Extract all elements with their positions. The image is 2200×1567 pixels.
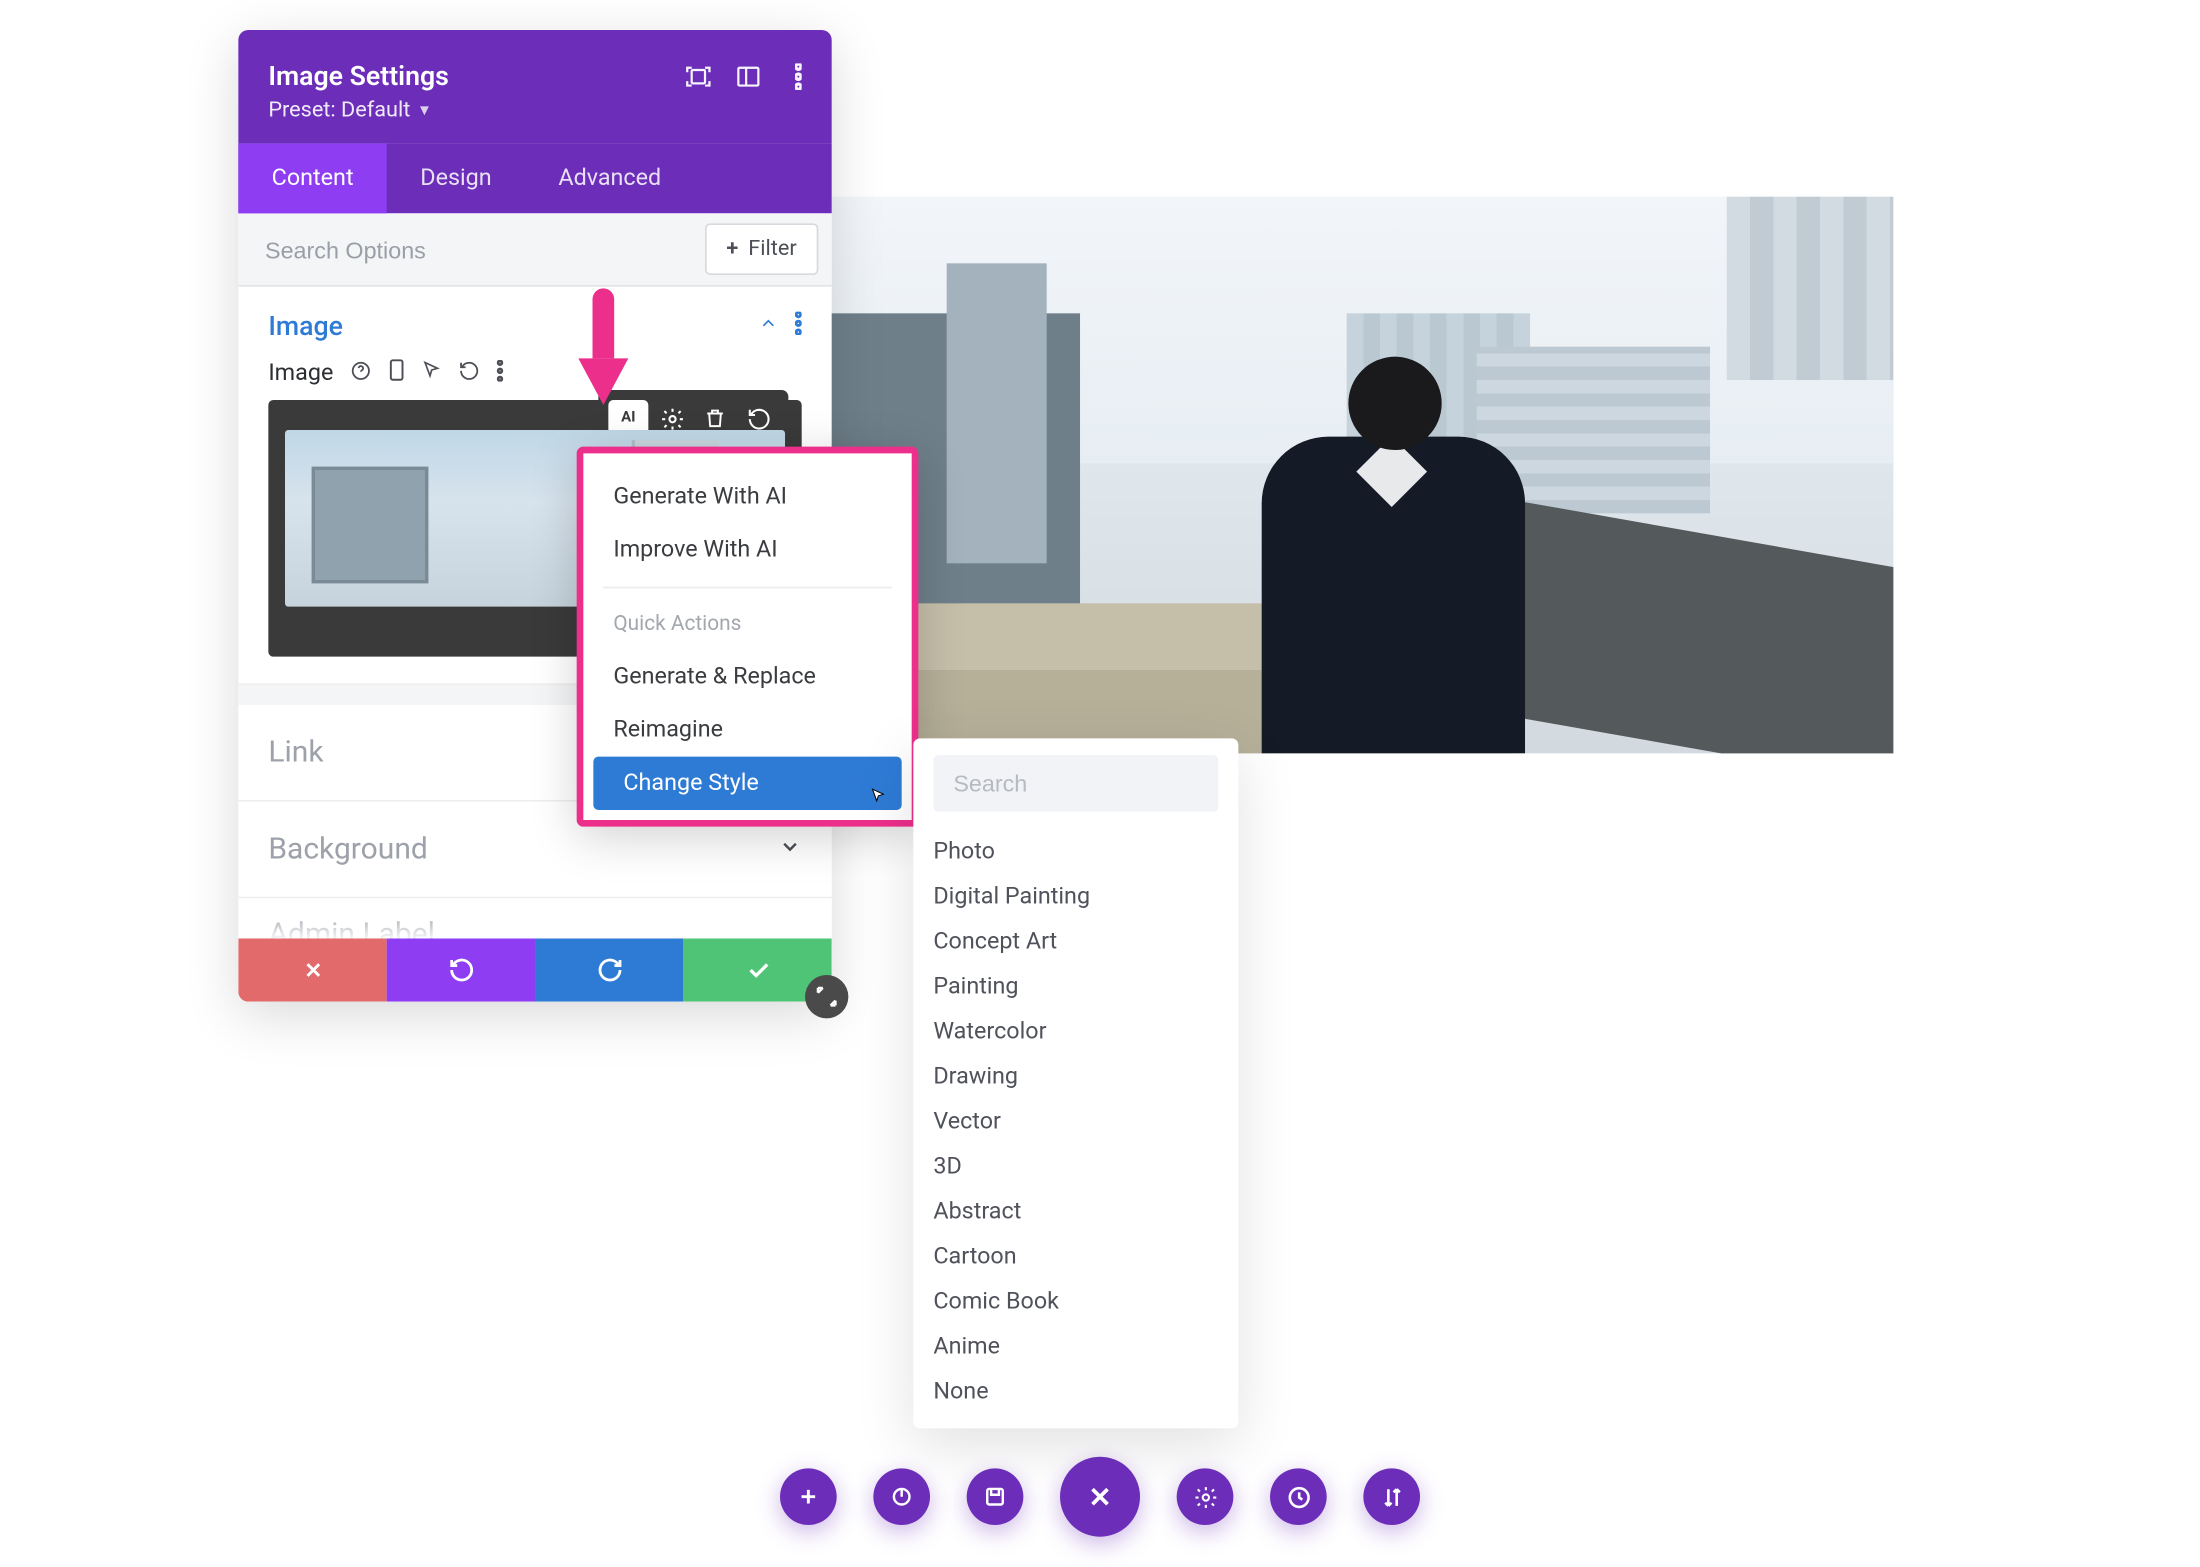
filter-label: Filter xyxy=(748,237,796,262)
link-section-title: Link xyxy=(268,735,323,770)
cancel-button[interactable] xyxy=(238,938,386,1001)
style-option-abstract[interactable]: Abstract xyxy=(933,1198,1218,1225)
change-style-label: Change Style xyxy=(623,770,758,797)
panel-footer xyxy=(238,938,831,1001)
cursor-icon[interactable] xyxy=(422,360,442,385)
tab-design[interactable]: Design xyxy=(387,143,525,213)
canvas-hero-image xyxy=(830,197,1893,754)
ai-generate-item[interactable]: Generate With AI xyxy=(583,470,911,523)
style-option-concept-art[interactable]: Concept Art xyxy=(933,928,1218,955)
reset-icon[interactable] xyxy=(458,359,480,386)
kebab-menu-icon[interactable] xyxy=(497,359,504,386)
panel-header: Image Settings Preset: Default ▼ xyxy=(238,30,831,143)
redo-button[interactable] xyxy=(535,938,683,1001)
style-option-digital-painting[interactable]: Digital Painting xyxy=(933,883,1218,910)
style-option-painting[interactable]: Painting xyxy=(933,973,1218,1000)
background-section-title: Background xyxy=(268,832,427,867)
style-picker-panel: Photo Digital Painting Concept Art Paint… xyxy=(913,738,1238,1428)
style-search-input[interactable] xyxy=(933,755,1218,812)
resize-handle[interactable] xyxy=(805,975,848,1018)
dock-close-button[interactable] xyxy=(1060,1457,1140,1537)
cursor-icon xyxy=(868,785,888,813)
chevron-down-icon xyxy=(778,834,801,864)
style-option-comic-book[interactable]: Comic Book xyxy=(933,1288,1218,1315)
style-option-none[interactable]: None xyxy=(933,1378,1218,1405)
ai-dropdown-menu: Generate With AI Improve With AI Quick A… xyxy=(577,447,919,827)
dock-settings-button[interactable] xyxy=(1177,1468,1234,1525)
quick-actions-header: Quick Actions xyxy=(583,595,911,650)
style-option-photo[interactable]: Photo xyxy=(933,838,1218,865)
style-option-3d[interactable]: 3D xyxy=(933,1153,1218,1180)
ai-reimagine-item[interactable]: Reimagine xyxy=(583,703,911,756)
ai-improve-item[interactable]: Improve With AI xyxy=(583,523,911,576)
search-row: + Filter xyxy=(238,213,831,286)
sidebar-layout-icon[interactable] xyxy=(735,63,762,90)
dock-add-button[interactable] xyxy=(780,1468,837,1525)
admin-label-title: Admin Label xyxy=(268,916,435,939)
image-field-label: Image xyxy=(268,359,333,386)
style-option-cartoon[interactable]: Cartoon xyxy=(933,1243,1218,1270)
search-options-input[interactable] xyxy=(238,216,691,283)
dock-sort-button[interactable] xyxy=(1363,1468,1420,1525)
phone-icon[interactable] xyxy=(388,358,405,386)
panel-tabs: Content Design Advanced xyxy=(238,143,831,213)
undo-button[interactable] xyxy=(387,938,535,1001)
builder-dock xyxy=(780,1457,1420,1537)
style-list: Photo Digital Painting Concept Art Paint… xyxy=(933,838,1218,1405)
style-option-anime[interactable]: Anime xyxy=(933,1333,1218,1360)
collapse-up-icon[interactable] xyxy=(758,313,778,338)
style-option-watercolor[interactable]: Watercolor xyxy=(933,1018,1218,1045)
ai-generate-replace-item[interactable]: Generate & Replace xyxy=(583,650,911,703)
plus-icon: + xyxy=(726,237,738,262)
kebab-menu-icon[interactable] xyxy=(785,63,812,90)
preset-dropdown[interactable]: Preset: Default ▼ xyxy=(268,98,801,123)
style-option-vector[interactable]: Vector xyxy=(933,1108,1218,1135)
filter-button[interactable]: + Filter xyxy=(705,223,819,275)
kebab-menu-icon[interactable] xyxy=(795,312,802,340)
style-option-drawing[interactable]: Drawing xyxy=(933,1063,1218,1090)
help-icon[interactable] xyxy=(350,359,372,386)
image-field-label-row: Image xyxy=(268,358,801,386)
dock-history-button[interactable] xyxy=(1270,1468,1327,1525)
dock-save-button[interactable] xyxy=(967,1468,1024,1525)
tab-content[interactable]: Content xyxy=(238,143,387,213)
section-title-image: Image xyxy=(268,310,343,342)
expand-icon[interactable] xyxy=(685,63,712,90)
dock-power-button[interactable] xyxy=(873,1468,930,1525)
ai-change-style-item[interactable]: Change Style xyxy=(593,757,901,810)
preset-label: Preset: Default xyxy=(268,98,410,123)
admin-label-section[interactable]: Admin Label xyxy=(238,898,831,938)
tab-advanced[interactable]: Advanced xyxy=(525,143,695,213)
caret-down-icon: ▼ xyxy=(417,102,432,120)
